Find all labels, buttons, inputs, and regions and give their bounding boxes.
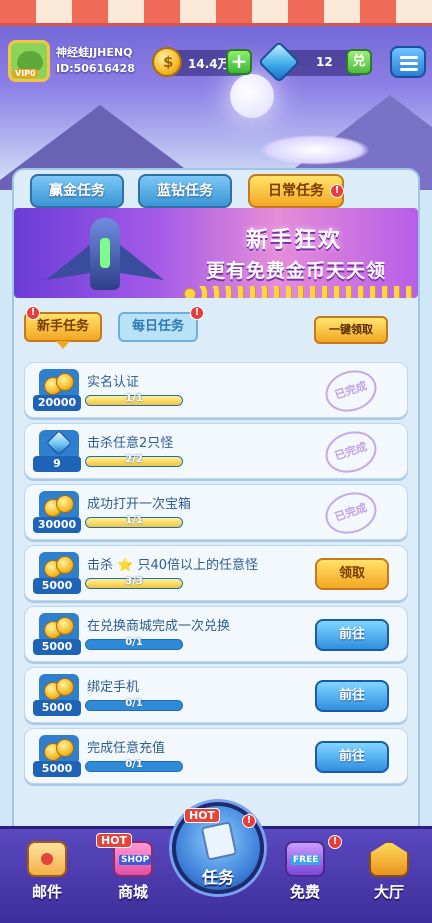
progress-text: 1/1 <box>125 393 143 404</box>
task-title: 成功打开一次宝箱 <box>87 497 192 512</box>
menu-icon-line <box>400 68 418 71</box>
task-row: 5000 在兑换商城完成一次兑换 0/1 前往 <box>24 606 408 662</box>
diamond-icon <box>257 40 301 84</box>
task-document-icon <box>200 821 238 861</box>
nav-tasks[interactable]: HOT ! 任务 <box>172 802 264 894</box>
nav-free-label: 免费 <box>289 883 320 901</box>
progress-text: 1/1 <box>125 515 143 526</box>
claim-button[interactable]: 领取 <box>315 558 389 590</box>
gift-icon: FREE <box>285 841 325 877</box>
gem-balance: 12 兑 <box>257 40 372 84</box>
alert-badge: ! <box>330 184 344 198</box>
menu-icon <box>400 56 418 59</box>
task-row: 9 击杀任意2只怪 2/2 已完成 <box>24 423 408 480</box>
add-coins-button[interactable]: + <box>226 49 252 75</box>
task-title: 完成任意充值 <box>87 741 166 756</box>
progress-text: 2/2 <box>125 454 143 465</box>
hot-badge: HOT <box>96 833 133 848</box>
gem-value: 12 <box>316 55 333 69</box>
progress-text: 0/1 <box>125 759 143 770</box>
alert-badge: ! <box>26 306 40 320</box>
hot-badge: HOT <box>184 808 221 823</box>
awning-decoration <box>0 0 432 26</box>
banner-title: 新手狂欢 <box>246 228 343 253</box>
user-id: ID:50616428 <box>56 62 135 75</box>
completed-stamp: 已完成 <box>320 363 382 419</box>
task-row: 20000 实名认证 1/1 已完成 <box>24 362 408 419</box>
alert-badge: ! <box>242 814 256 828</box>
exchange-button[interactable]: 兑 <box>346 49 372 75</box>
reward-amount: 9 <box>33 456 81 472</box>
castle-decoration <box>260 135 370 165</box>
completed-stamp: 已完成 <box>320 485 382 541</box>
nav-shop[interactable]: SHOP HOT 商城 <box>90 829 176 923</box>
task-title: 击杀 ⭐ 只40倍以上的任意怪 <box>87 558 258 573</box>
spaceship-image <box>40 214 170 294</box>
reward-amount: 5000 <box>33 761 81 777</box>
task-title: 击杀任意2只怪 <box>87 436 174 451</box>
alert-badge: ! <box>328 835 342 849</box>
tab-gold-tasks[interactable]: 赢金任务 <box>30 174 124 208</box>
menu-button[interactable] <box>390 46 426 78</box>
reward-amount: 30000 <box>33 517 81 533</box>
nav-shop-label: 商城 <box>117 883 148 901</box>
frog-icon <box>17 51 43 71</box>
top-bar: VIP0 神经蛙JJHENQ ID:50616428 14.4万 + 12 兑 <box>0 36 432 86</box>
task-category-tabs: 赢金任务 蓝钻任务 日常任务 ! <box>20 174 420 210</box>
task-row: 5000 击杀 ⭐ 只40倍以上的任意怪 3/3 领取 <box>24 545 408 601</box>
menu-icon-line <box>400 62 418 65</box>
task-row: 5000 完成任意充值 0/1 前往 <box>24 728 408 784</box>
completed-stamp: 已完成 <box>320 424 382 480</box>
coin-icon <box>152 47 182 77</box>
task-row: 5000 绑定手机 0/1 前往 <box>24 667 408 723</box>
banner-subtitle: 更有免费金币天天领 <box>206 260 387 282</box>
nav-mail[interactable]: 邮件 <box>4 829 90 923</box>
nav-hall-label: 大厅 <box>373 883 404 901</box>
mail-icon <box>27 841 67 877</box>
go-button[interactable]: 前往 <box>315 619 389 651</box>
tab-daily-tasks-label: 日常任务 <box>268 183 324 199</box>
progress-text: 3/3 <box>125 576 143 587</box>
nav-free[interactable]: FREE ! 免费 <box>262 829 348 923</box>
reward-amount: 5000 <box>33 578 81 594</box>
tab-daily-sub-tasks[interactable]: 每日任务 <box>118 312 198 342</box>
coin-pile-decoration <box>184 286 418 298</box>
reward-amount: 5000 <box>33 700 81 716</box>
task-row: 30000 成功打开一次宝箱 1/1 已完成 <box>24 484 408 541</box>
task-title: 在兑换商城完成一次兑换 <box>87 619 231 634</box>
free-tag: FREE <box>291 855 321 865</box>
avatar[interactable]: VIP0 <box>8 40 50 82</box>
nav-mail-label: 邮件 <box>31 883 62 901</box>
shop-tag: SHOP <box>119 855 152 865</box>
vip-badge: VIP0 <box>13 69 38 78</box>
progress-text: 0/1 <box>125 637 143 648</box>
nav-tasks-label: 任务 <box>201 868 234 887</box>
promo-banner[interactable]: 新手狂欢 更有免费金币天天领 <box>14 208 418 298</box>
go-button[interactable]: 前往 <box>315 680 389 712</box>
reward-amount: 20000 <box>33 395 81 411</box>
alert-badge: ! <box>190 306 204 320</box>
go-button[interactable]: 前往 <box>315 741 389 773</box>
reward-amount: 5000 <box>33 639 81 655</box>
task-title: 绑定手机 <box>87 680 140 695</box>
header-background <box>0 0 432 190</box>
coin-balance: 14.4万 + <box>152 47 252 77</box>
nav-hall[interactable]: 大厅 <box>346 829 432 923</box>
coin-value: 14.4万 <box>188 57 230 71</box>
house-icon <box>369 841 409 877</box>
username: 神经蛙JJHENQ <box>56 46 133 59</box>
progress-text: 0/1 <box>125 698 143 709</box>
task-title: 实名认证 <box>87 375 140 390</box>
tab-diamond-tasks[interactable]: 蓝钻任务 <box>138 174 232 208</box>
claim-all-button[interactable]: 一键领取 <box>314 316 388 344</box>
